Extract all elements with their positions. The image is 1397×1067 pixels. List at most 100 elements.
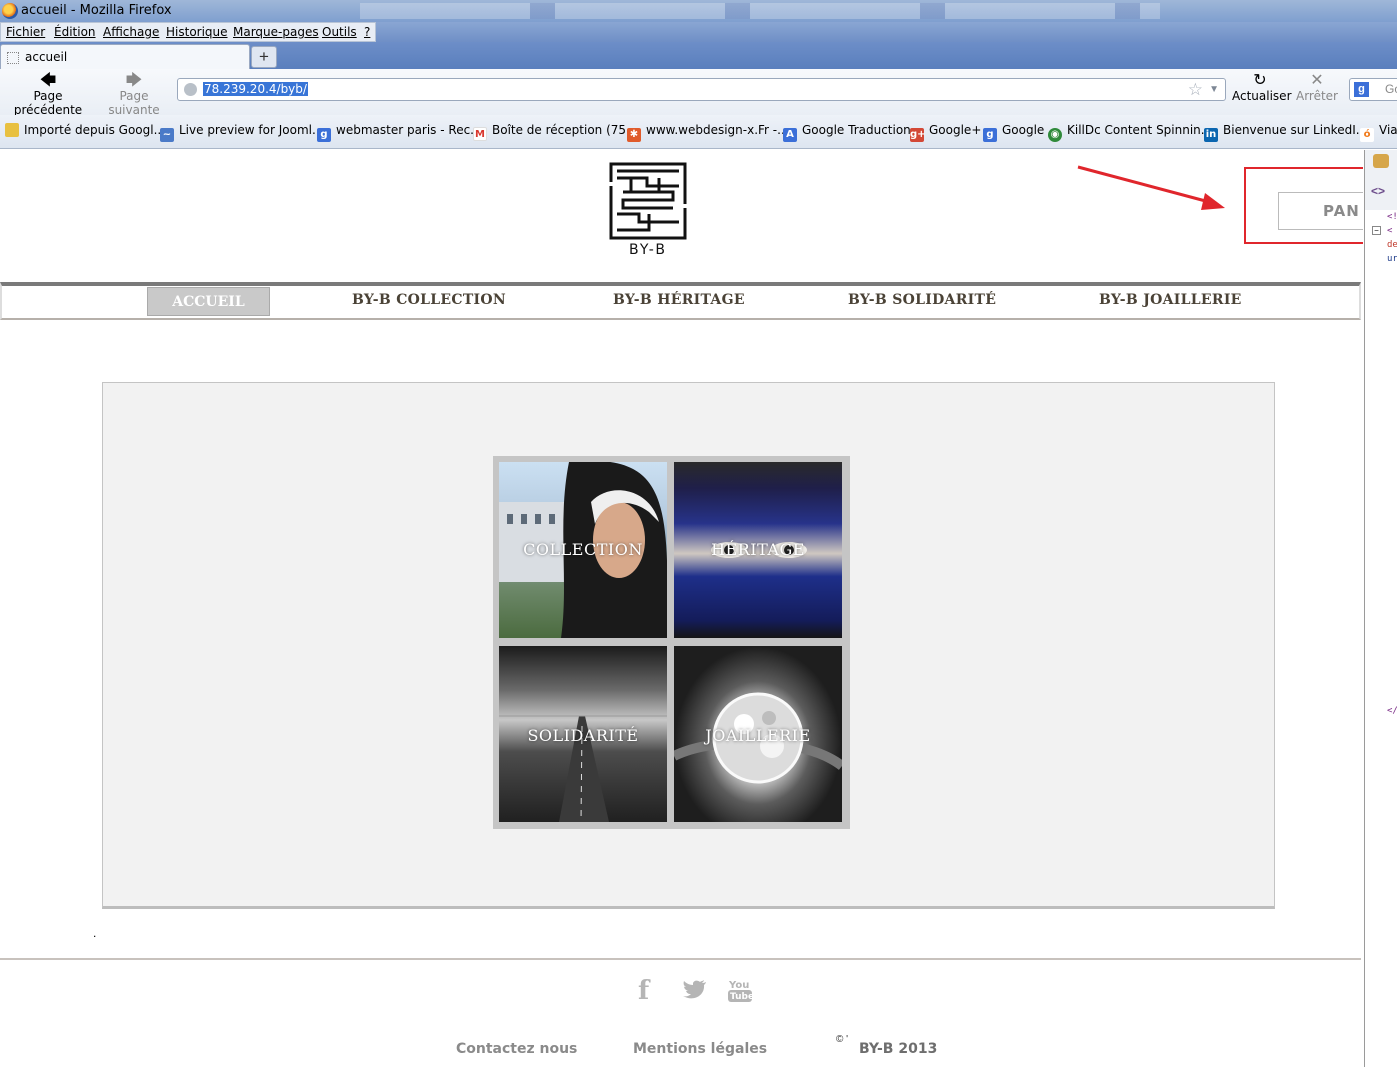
- nav-joaillerie[interactable]: BY-B JOAILLERIE: [1099, 292, 1242, 308]
- mentions-legales-link[interactable]: Mentions légales: [633, 1041, 767, 1057]
- google-icon: g: [317, 128, 331, 142]
- svg-text:Tube: Tube: [730, 992, 752, 1002]
- bookmark-item[interactable]: g+ Google+: [910, 123, 981, 142]
- menu-marque-pages[interactable]: Marque-pages: [233, 25, 319, 39]
- bookmark-label: Boîte de réception (75...: [492, 123, 638, 137]
- twitter-icon[interactable]: [683, 980, 707, 1000]
- bookmark-item[interactable]: ~ Live preview for Jooml...: [160, 123, 323, 142]
- html-tag-icon[interactable]: <>: [1371, 184, 1385, 198]
- menu-help[interactable]: ?: [364, 25, 370, 39]
- facebook-icon[interactable]: f: [638, 976, 649, 1006]
- window-titlebar: accueil - Mozilla Firefox: [0, 0, 1397, 22]
- code-line: ur: [1387, 254, 1397, 264]
- youtube-icon[interactable]: You Tube: [728, 978, 752, 1004]
- killdc-icon: ◉: [1048, 128, 1062, 142]
- search-text: Go: [1385, 82, 1397, 96]
- tile-joaillerie[interactable]: JOAILLERIE: [674, 646, 842, 822]
- bookmark-star-icon[interactable]: ☆: [1188, 80, 1203, 100]
- menubar: Fichier Édition Affichage Historique Mar…: [0, 22, 376, 42]
- bookmark-label: webmaster paris - Rec...: [336, 123, 482, 137]
- forward-button[interactable]: 🡆 Page suivante: [95, 71, 173, 118]
- globe-icon: [184, 83, 197, 96]
- code-line: de: [1387, 240, 1397, 250]
- menu-affichage[interactable]: Affichage: [103, 25, 159, 39]
- reload-icon: ↻: [1253, 70, 1267, 89]
- tile-heritage[interactable]: HÉRITAGE: [674, 462, 842, 638]
- wave-icon: ~: [160, 128, 174, 142]
- annotation-arrow: [1077, 165, 1225, 210]
- back-label: Page précédente: [13, 89, 83, 117]
- search-input[interactable]: g Go: [1349, 78, 1397, 101]
- nav-heritage[interactable]: BY-B HÉRITAGE: [613, 292, 745, 308]
- bookmark-item[interactable]: ó Via: [1360, 123, 1397, 142]
- copyright-text: BY-B 2013: [859, 1041, 938, 1057]
- bookmark-item[interactable]: g Google: [983, 123, 1044, 142]
- page-viewport: BY-B PAN ACCUEIL BY-B COLLECTION BY-B HÉ…: [0, 150, 1363, 1067]
- nav-solidarite[interactable]: BY-B SOLIDARITÉ: [848, 292, 996, 308]
- tab-strip: accueil +: [0, 42, 1397, 69]
- google-search-icon[interactable]: g: [1354, 82, 1369, 97]
- menu-historique[interactable]: Historique: [166, 25, 228, 39]
- folder-icon: [5, 123, 19, 137]
- bookmark-label: Google+: [929, 123, 982, 137]
- bookmark-item[interactable]: ✱ www.webdesign-x.Fr -...: [627, 123, 789, 142]
- devtools-header: <>: [1365, 150, 1397, 210]
- google-icon: g: [983, 128, 997, 142]
- back-button[interactable]: 🡄 Page précédente: [2, 70, 94, 118]
- joomla-icon: ✱: [627, 128, 641, 142]
- nav-collection[interactable]: BY-B COLLECTION: [352, 292, 506, 308]
- code-line: <: [1387, 226, 1393, 236]
- bookmark-item[interactable]: g webmaster paris - Rec...: [317, 123, 482, 142]
- collapse-icon[interactable]: −: [1372, 226, 1381, 235]
- bookmarks-toolbar: Importé depuis Googl... ~ Live preview fo…: [0, 115, 1397, 149]
- firefox-logo-icon: [2, 3, 18, 19]
- content-panel: COLLECTION HÉRITAGE SOLIDARITÉ JOAILLERI…: [102, 382, 1275, 909]
- address-bar[interactable]: 78.239.20.4/byb/ ☆ ▼: [177, 78, 1226, 101]
- stop-label: Arrêter: [1295, 89, 1338, 103]
- reload-button[interactable]: ↻ Actualiser: [1232, 70, 1292, 104]
- bookmark-label: www.webdesign-x.Fr -...: [646, 123, 789, 137]
- navigation-toolbar: 🡄 Page précédente 🡆 Page suivante 78.239…: [0, 69, 1397, 118]
- tile-solidarite[interactable]: SOLIDARITÉ: [499, 646, 667, 822]
- tile-collection[interactable]: COLLECTION: [499, 462, 667, 638]
- bookmark-label: Via: [1379, 123, 1397, 137]
- code-line: </: [1387, 706, 1397, 716]
- menu-fichier[interactable]: Fichier: [6, 25, 45, 39]
- tile-caption: SOLIDARITÉ: [527, 726, 639, 745]
- menu-outils[interactable]: Outils: [322, 25, 357, 39]
- bookmark-label: Google Traduction: [802, 123, 911, 137]
- bookmark-label: KillDc Content Spinnin...: [1067, 123, 1213, 137]
- menubar-background: [376, 22, 1397, 42]
- new-tab-button[interactable]: +: [251, 46, 277, 68]
- url-text[interactable]: 78.239.20.4/byb/: [203, 82, 308, 96]
- tab-accueil[interactable]: accueil: [0, 44, 250, 69]
- history-dropdown-icon[interactable]: ▼: [1209, 84, 1219, 95]
- svg-text:You: You: [728, 980, 749, 991]
- code-line: <!: [1387, 212, 1397, 222]
- footer-divider: [0, 958, 1361, 960]
- bookmark-item[interactable]: M Boîte de réception (75...: [473, 123, 637, 141]
- tile-caption: HÉRITAGE: [711, 540, 805, 559]
- forward-label: Page suivante: [108, 89, 160, 117]
- googleplus-icon: g+: [910, 128, 926, 142]
- contact-link[interactable]: Contactez nous: [456, 1041, 577, 1057]
- bookmark-item[interactable]: in Bienvenue sur LinkedI...: [1204, 123, 1367, 142]
- stop-button[interactable]: ✕ Arrêter: [1294, 71, 1340, 104]
- bookmark-item[interactable]: ◉ KillDc Content Spinnin...: [1048, 123, 1212, 142]
- menu-edition[interactable]: Édition: [54, 25, 96, 39]
- tile-caption: COLLECTION: [523, 540, 643, 559]
- reload-label: Actualiser: [1232, 89, 1292, 103]
- bookmark-item[interactable]: A Google Traduction: [783, 123, 911, 142]
- stray-dot: .: [93, 926, 97, 940]
- main-navigation: ACCUEIL BY-B COLLECTION BY-B HÉRITAGE BY…: [0, 282, 1361, 320]
- bookmark-label: Importé depuis Googl...: [24, 123, 166, 137]
- nav-accueil[interactable]: ACCUEIL: [147, 287, 270, 316]
- firebug-icon[interactable]: [1373, 154, 1389, 168]
- panier-button[interactable]: PAN: [1278, 192, 1363, 230]
- background-windows: [360, 3, 1160, 19]
- bookmark-item[interactable]: Importé depuis Googl...: [5, 123, 165, 137]
- page-favicon-icon: [7, 52, 19, 64]
- arrow-left-icon: 🡄: [39, 70, 57, 89]
- tile-caption: JOAILLERIE: [705, 726, 811, 745]
- linkedin-icon: in: [1204, 128, 1218, 142]
